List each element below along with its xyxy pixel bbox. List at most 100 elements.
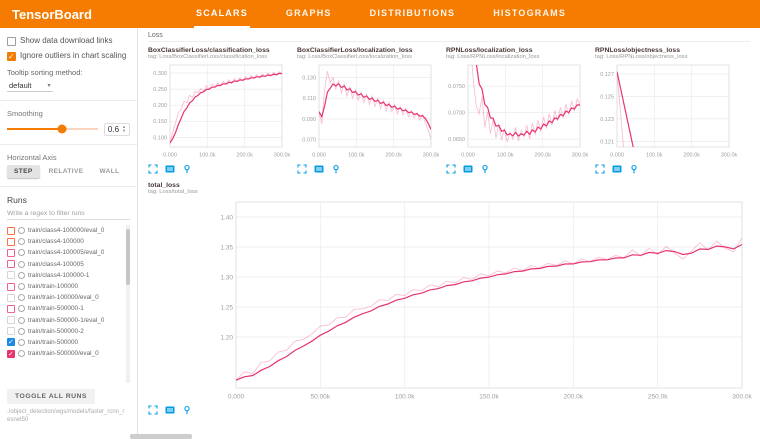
scalar-chart-card: BoxClassifierLoss/classification_loss ta… <box>148 47 288 174</box>
data-table-icon[interactable] <box>463 164 473 174</box>
run-checkbox[interactable] <box>7 271 15 279</box>
svg-text:100.0k: 100.0k <box>199 153 216 159</box>
data-table-icon[interactable] <box>612 164 622 174</box>
show-download-links-row[interactable]: Show data download links <box>7 36 130 46</box>
tab-scalars[interactable]: SCALARS <box>194 0 250 28</box>
run-isolate-icon[interactable] <box>18 238 25 245</box>
ignore-outliers-label: Ignore outliers in chart scaling <box>20 51 126 61</box>
tab-distributions[interactable]: DISTRIBUTIONS <box>368 0 458 28</box>
run-checkbox[interactable] <box>7 350 15 358</box>
expand-card-icon[interactable] <box>297 164 307 174</box>
svg-text:200.0k: 200.0k <box>534 153 551 159</box>
run-isolate-icon[interactable] <box>18 227 25 234</box>
run-list-item[interactable]: train/class4-100000 <box>7 236 123 247</box>
expand-card-icon[interactable] <box>595 164 605 174</box>
show-download-links-checkbox[interactable] <box>7 37 16 46</box>
expand-card-icon[interactable] <box>148 164 158 174</box>
total-loss-plot[interactable]: 1.201.251.301.351.400.00050.00k100.0k150… <box>148 196 752 402</box>
run-checkbox[interactable] <box>7 249 15 257</box>
svg-text:1.20: 1.20 <box>220 334 233 341</box>
axis-relative-button[interactable]: RELATIVE <box>42 165 91 178</box>
run-isolate-icon[interactable] <box>18 350 25 357</box>
scalar-plot[interactable]: 0.1000.1500.2000.2500.3000.000100.0k200.… <box>148 61 288 161</box>
data-table-icon[interactable] <box>314 164 324 174</box>
run-checkbox[interactable] <box>7 294 15 302</box>
smoothing-value-box[interactable]: 0.6 ▲▼ <box>104 123 130 136</box>
run-isolate-icon[interactable] <box>18 261 25 268</box>
scalar-plot[interactable]: 0.06500.07000.07500.000100.0k200.0k300.0… <box>446 61 586 161</box>
tab-histograms[interactable]: HISTOGRAMS <box>491 0 568 28</box>
show-download-links-label: Show data download links <box>20 36 113 46</box>
tooltip-sort-select[interactable]: default ▾ <box>7 80 53 92</box>
app-header: TensorBoard SCALARS GRAPHS DISTRIBUTIONS… <box>0 0 760 28</box>
expand-card-icon[interactable] <box>148 405 158 415</box>
scalar-plot[interactable]: 0.1210.1230.1250.1270.000100.0k200.0k300… <box>595 61 735 161</box>
run-list-item[interactable]: train/train-100000/eval_0 <box>7 292 123 303</box>
run-isolate-icon[interactable] <box>18 328 25 335</box>
svg-text:0.000: 0.000 <box>228 394 245 401</box>
run-list-item[interactable]: train/class4-100005/eval_0 <box>7 247 123 258</box>
chart-title: BoxClassifierLoss/classification_loss <box>148 47 288 54</box>
pin-card-icon[interactable] <box>182 164 192 174</box>
run-isolate-icon[interactable] <box>18 249 25 256</box>
pin-card-icon[interactable] <box>629 164 639 174</box>
run-list-item[interactable]: train/train-100000 <box>7 281 123 292</box>
axis-wall-button[interactable]: WALL <box>92 165 126 178</box>
pin-card-icon[interactable] <box>331 164 341 174</box>
run-checkbox[interactable] <box>7 227 15 235</box>
run-list-item[interactable]: train/train-500000/eval_0 <box>7 348 123 359</box>
data-table-icon[interactable] <box>165 405 175 415</box>
runs-filter-input[interactable] <box>7 208 130 220</box>
run-isolate-icon[interactable] <box>18 283 25 290</box>
run-isolate-icon[interactable] <box>18 305 25 312</box>
run-checkbox[interactable] <box>7 283 15 291</box>
pin-card-icon[interactable] <box>480 164 490 174</box>
pin-card-icon[interactable] <box>182 405 192 415</box>
smoothing-slider[interactable] <box>7 128 98 130</box>
run-checkbox[interactable] <box>7 238 15 246</box>
runs-scrollbar-track[interactable] <box>126 225 130 383</box>
run-list-item[interactable]: train/train-500000 <box>7 337 123 348</box>
tab-graphs[interactable]: GRAPHS <box>284 0 334 28</box>
run-list-item[interactable]: train/class4-100005 <box>7 259 123 270</box>
run-isolate-icon[interactable] <box>18 272 25 279</box>
category-header-loss[interactable]: Loss <box>148 32 750 42</box>
data-table-icon[interactable] <box>165 164 175 174</box>
svg-text:150.0k: 150.0k <box>479 394 499 401</box>
chart-title: BoxClassifierLoss/localization_loss <box>297 47 437 54</box>
smoothing-label: Smoothing <box>7 109 130 118</box>
svg-text:300.0k: 300.0k <box>274 153 291 159</box>
run-list-item[interactable]: train/train-500000-1/eval_0 <box>7 315 123 326</box>
runs-scrollbar-thumb[interactable] <box>126 229 130 285</box>
expand-card-icon[interactable] <box>446 164 456 174</box>
run-isolate-icon[interactable] <box>18 339 25 346</box>
chart-footer <box>148 405 752 415</box>
run-checkbox[interactable] <box>7 327 15 335</box>
run-name: train/class4-100005/eval_0 <box>28 249 104 256</box>
run-isolate-icon[interactable] <box>18 317 25 324</box>
run-checkbox[interactable] <box>7 338 15 346</box>
run-list-item[interactable]: train/class4-100000-1 <box>7 270 123 281</box>
run-isolate-icon[interactable] <box>18 294 25 301</box>
smoothing-slider-fill <box>7 128 62 130</box>
ignore-outliers-checkbox[interactable] <box>7 52 16 61</box>
run-checkbox[interactable] <box>7 305 15 313</box>
scalar-plot[interactable]: 0.0700.0900.1100.1300.000100.0k200.0k300… <box>297 61 437 161</box>
run-list-item[interactable]: train/class4-100000/eval_0 <box>7 225 123 236</box>
horizontal-scrollbar-thumb[interactable] <box>130 434 192 439</box>
run-list-item[interactable]: train/train-500000-2 <box>7 326 123 337</box>
run-checkbox[interactable] <box>7 316 15 324</box>
svg-text:0.300: 0.300 <box>153 71 167 77</box>
ignore-outliers-row[interactable]: Ignore outliers in chart scaling <box>7 51 130 61</box>
smoothing-value: 0.6 <box>108 125 119 134</box>
run-checkbox[interactable] <box>7 260 15 268</box>
smoothing-slider-thumb[interactable] <box>57 125 66 134</box>
stepper-arrows-icon[interactable]: ▲▼ <box>122 125 126 134</box>
divider <box>0 186 137 187</box>
toggle-all-runs-button[interactable]: TOGGLE ALL RUNS <box>7 389 95 404</box>
tooltip-sort-section: Tooltip sorting method: default ▾ <box>7 68 130 92</box>
run-name: train/class4-100000-1 <box>28 272 89 279</box>
axis-step-button[interactable]: STEP <box>7 165 40 178</box>
top-tabs: SCALARS GRAPHS DISTRIBUTIONS HISTOGRAMS <box>194 0 568 28</box>
run-list-item[interactable]: train/train-500000-1 <box>7 303 123 314</box>
